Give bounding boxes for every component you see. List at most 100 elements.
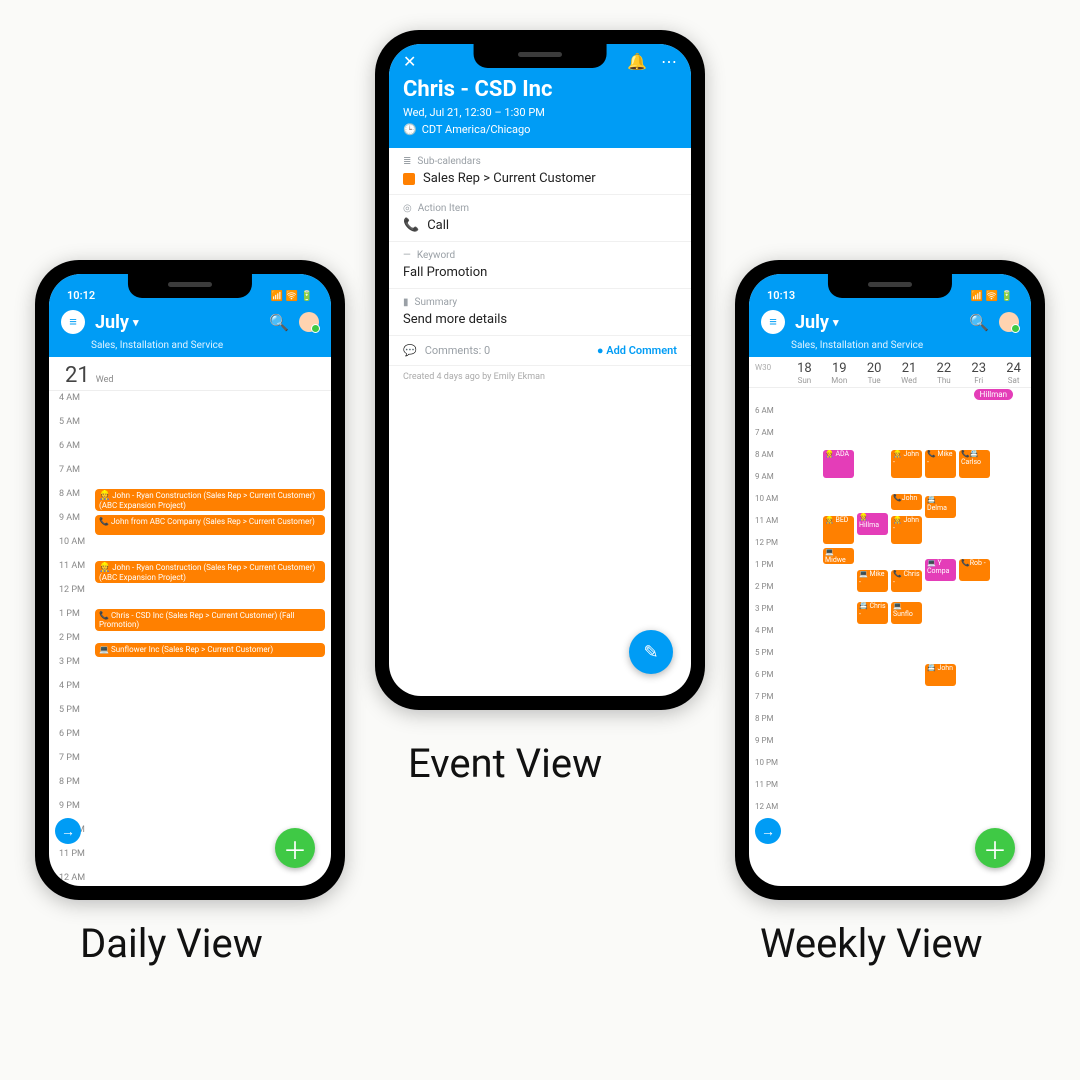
hour-label: 12 AM <box>59 873 85 883</box>
hour-label: 6 AM <box>755 406 774 415</box>
calendar-event[interactable]: John - Ryan Construction (Sales Rep > Cu… <box>95 561 325 583</box>
calendar-event[interactable]: John - Ryan Construction (Sales Rep > Cu… <box>95 489 325 511</box>
menu-icon[interactable]: ≡ <box>761 310 785 334</box>
speaker <box>168 282 212 287</box>
calendar-event[interactable]: 📞John <box>891 494 922 510</box>
hour-label: 11 AM <box>755 516 778 525</box>
close-icon[interactable]: ✕ <box>403 52 416 71</box>
avatar[interactable] <box>999 312 1019 332</box>
bell-icon[interactable]: 🔔 <box>627 52 647 71</box>
hour-label: 4 AM <box>59 393 80 403</box>
calendar-event[interactable]: 💻 Sunflo <box>891 602 922 624</box>
hour-label: 2 PM <box>59 633 80 643</box>
status-time: 10:13 <box>767 289 795 302</box>
hour-label: 8 AM <box>59 489 80 499</box>
hour-label: 7 PM <box>755 692 774 701</box>
hour-label: 6 PM <box>59 729 80 739</box>
day-of-week: Wed <box>96 375 114 385</box>
menu-icon[interactable]: ≡ <box>61 310 85 334</box>
hour-label: 3 PM <box>59 657 80 667</box>
hour-label: 10 AM <box>59 537 85 547</box>
hour-label: 7 PM <box>59 753 80 763</box>
add-event-button[interactable]: ＋ <box>975 828 1015 868</box>
add-comment-button[interactable]: ● Add Comment <box>597 344 677 357</box>
calendar-event[interactable]: John from ABC Company (Sales Rep > Curre… <box>95 515 325 535</box>
hour-label: 2 PM <box>755 582 774 591</box>
event-timezone: 🕒CDT America/Chicago <box>403 123 677 136</box>
hour-label: 5 AM <box>59 417 80 427</box>
today-button[interactable]: → <box>55 818 81 844</box>
today-button[interactable]: → <box>755 818 781 844</box>
day-header: 21 Wed <box>49 357 331 391</box>
week-days-row: 18Sun19Mon20Tue21Wed22Thu23Fri24Sat <box>749 357 1031 388</box>
hour-label: 9 AM <box>755 472 774 481</box>
calendar-event[interactable]: Sunflower Inc (Sales Rep > Current Custo… <box>95 643 325 657</box>
speaker <box>868 282 912 287</box>
hour-label: 10 PM <box>755 758 778 767</box>
screen-weekly: 10:13 📶 🛜 🔋 ≡ July▾ 🔍 Sales, Installatio… <box>749 274 1031 886</box>
list-icon: ≣ <box>403 156 411 167</box>
week-day-col[interactable]: 21Wed <box>892 361 927 385</box>
calendar-event[interactable]: 📇 John <box>925 664 956 686</box>
calendar-event[interactable]: Chris - CSD Inc (Sales Rep > Current Cus… <box>95 609 325 631</box>
hour-label: 8 PM <box>59 777 80 787</box>
calendar-event[interactable]: 📞 Mike - <box>925 450 956 478</box>
add-event-button[interactable]: ＋ <box>275 828 315 868</box>
hour-label: 12 PM <box>59 585 85 595</box>
calendar-event[interactable]: 📇 Delma <box>925 496 956 518</box>
status-icons: 📶 🛜 🔋 <box>971 291 1013 302</box>
month-picker[interactable]: July▾ <box>95 312 259 333</box>
avatar[interactable] <box>299 312 319 332</box>
search-icon[interactable]: 🔍 <box>969 313 989 332</box>
calendar-event[interactable]: 📞 Chris - <box>891 570 922 592</box>
week-day-col[interactable]: 19Mon <box>822 361 857 385</box>
calendar-event[interactable]: 📞Rob - <box>959 559 990 581</box>
hour-label: 9 PM <box>59 801 80 811</box>
calendar-event[interactable]: 👷 Hillma <box>857 513 888 535</box>
hour-label: 11 PM <box>59 849 85 859</box>
chevron-down-icon: ▾ <box>833 316 839 329</box>
week-day-col[interactable]: 20Tue <box>857 361 892 385</box>
daily-timeline[interactable]: 4 AM5 AM6 AM7 AM8 AM9 AM10 AM11 AM12 PM1… <box>49 391 331 886</box>
calendar-event[interactable]: 💻 Y Compa <box>925 559 956 581</box>
week-day-col[interactable]: 23Fri <box>961 361 996 385</box>
caption-weekly: Weekly View <box>760 920 983 967</box>
section-subcalendars: ≣Sub-calendars Sales Rep > Current Custo… <box>389 148 691 195</box>
phone-daily: 10:12 📶 🛜 🔋 ≡ July▾ 🔍 Sales, Installatio… <box>35 260 345 900</box>
edit-button[interactable]: ✎ <box>629 630 673 674</box>
week-day-col[interactable]: 22Thu <box>926 361 961 385</box>
calendar-event[interactable]: 👷 John - <box>891 450 922 478</box>
calendar-event[interactable]: 👷 ADA <box>823 450 854 478</box>
hour-label: 4 PM <box>59 681 80 691</box>
hour-label: 8 PM <box>755 714 774 723</box>
hour-label: 11 PM <box>755 780 778 789</box>
more-icon[interactable]: ⋯ <box>661 52 677 71</box>
calendar-event[interactable]: 💻 Mike - <box>857 570 888 592</box>
created-meta: Created 4 days ago by Emily Ekman <box>389 366 691 388</box>
section-keyword: —Keyword Fall Promotion <box>389 242 691 289</box>
allday-pill[interactable]: Hillman <box>974 389 1013 400</box>
week-day-col[interactable]: 18Sun <box>787 361 822 385</box>
calendar-event[interactable]: 📇 Chris - <box>857 602 888 624</box>
weekly-grid[interactable]: 6 AM7 AM8 AM9 AM10 AM11 AM12 PM1 PM2 PM3… <box>749 404 1031 886</box>
hour-label: 5 PM <box>755 648 774 657</box>
phone-icon: 📞 <box>403 218 419 233</box>
speaker <box>518 52 562 57</box>
hour-label: 1 PM <box>59 609 80 619</box>
event-datetime: Wed, Jul 21, 12:30 – 1:30 PM <box>403 106 677 119</box>
hour-label: 5 PM <box>59 705 80 715</box>
month-picker[interactable]: July▾ <box>795 312 959 333</box>
calendar-event[interactable]: 💻 Midwe <box>823 548 854 564</box>
calendar-event[interactable]: 📞📇 Carlso <box>959 450 990 478</box>
chevron-down-icon: ▾ <box>133 316 139 329</box>
calendar-event[interactable]: 👷 John - <box>891 516 922 544</box>
hour-label: 12 PM <box>755 538 778 547</box>
clock-icon: 🕒 <box>403 123 417 136</box>
hour-label: 8 AM <box>755 450 774 459</box>
hour-label: 9 PM <box>755 736 774 745</box>
hour-label: 4 PM <box>755 626 774 635</box>
week-day-col[interactable]: 24Sat <box>996 361 1031 385</box>
day-number: 21 <box>65 363 90 388</box>
calendar-event[interactable]: 👷 BED <box>823 516 854 544</box>
search-icon[interactable]: 🔍 <box>269 313 289 332</box>
